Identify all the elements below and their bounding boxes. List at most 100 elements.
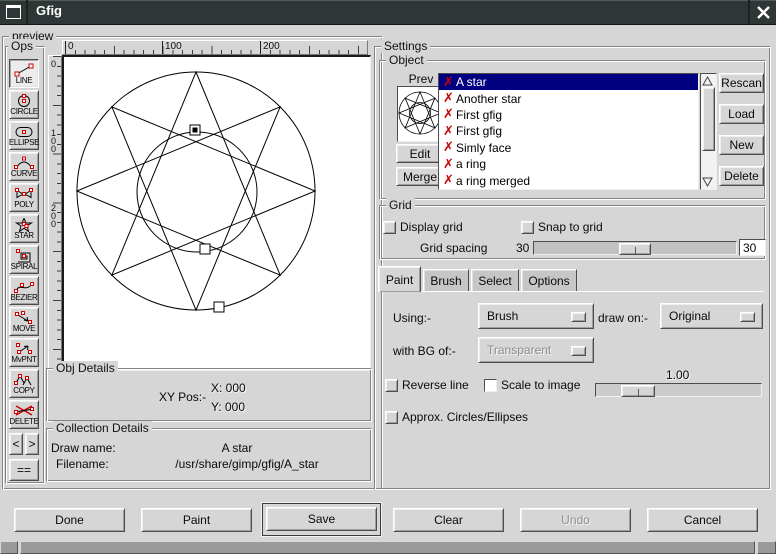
- vertical-ruler: 0 100 200: [48, 55, 62, 370]
- tool-ellipse-button[interactable]: ELLIPSE: [9, 121, 39, 150]
- close-button[interactable]: [748, 0, 776, 24]
- tool-bezier-button[interactable]: BEZIER: [9, 276, 39, 305]
- reverse-line-checkbox[interactable]: [385, 379, 398, 392]
- tool-spiral-button[interactable]: SPIRAL: [9, 245, 39, 274]
- grid-spacing-slider[interactable]: [533, 241, 737, 255]
- grid-spacing-value: 30: [516, 241, 529, 255]
- scroll-down-icon[interactable]: [702, 177, 713, 187]
- list-item[interactable]: ✗ First gfig: [439, 107, 698, 123]
- line-icon: [12, 63, 36, 77]
- edit-button[interactable]: Edit: [396, 144, 444, 163]
- object-list-scrollbar[interactable]: [700, 73, 717, 190]
- tool-curve-button[interactable]: CURVE: [9, 152, 39, 181]
- new-button[interactable]: New: [719, 135, 764, 155]
- merge-button[interactable]: Merge: [396, 167, 444, 186]
- snap-to-grid-checkbox[interactable]: [521, 221, 534, 234]
- delete-button[interactable]: Delete: [719, 166, 764, 186]
- rescan-button[interactable]: Rescan: [719, 73, 764, 93]
- done-button-label: Done: [55, 513, 84, 527]
- save-button[interactable]: Save: [266, 507, 377, 531]
- tool-delete-button[interactable]: DELETE: [9, 400, 39, 429]
- tool-label: ELLIPSE: [9, 139, 39, 147]
- list-item[interactable]: ✗ A star: [439, 74, 698, 90]
- poly-icon: [12, 187, 36, 201]
- scale-value: 1.00: [666, 368, 689, 382]
- xy-pos-label: XY Pos:-: [159, 390, 206, 404]
- scrollbar-thumb[interactable]: [702, 87, 715, 151]
- delete-icon: [12, 404, 36, 418]
- draw-on-label: draw on:-: [598, 311, 648, 325]
- titlebar[interactable]: Gfig: [0, 0, 776, 25]
- star-figure: [64, 57, 370, 370]
- bg-dropdown[interactable]: Transparent: [478, 337, 594, 363]
- grid-spacing-slider-handle[interactable]: [619, 243, 651, 255]
- tool-copy-button[interactable]: COPY: [9, 369, 39, 398]
- scroll-up-icon[interactable]: [702, 76, 713, 86]
- approx-circles-checkbox[interactable]: [385, 411, 398, 424]
- cancel-button[interactable]: Cancel: [647, 508, 758, 532]
- tab-options-label: Options: [528, 274, 569, 288]
- scale-slider[interactable]: [595, 383, 762, 397]
- tool-label: STAR: [14, 232, 34, 240]
- drawing-canvas[interactable]: [62, 55, 371, 371]
- window-title: Gfig: [36, 3, 62, 18]
- list-item[interactable]: ✗ a ring merged: [439, 172, 698, 188]
- tool-label: DELETE: [9, 418, 38, 426]
- tool-star-button[interactable]: STAR: [9, 214, 39, 243]
- draw-name-label: Draw name:: [51, 441, 116, 455]
- gfig-dialog: Gfig preview Ops LINE CIRCLE: [0, 0, 776, 554]
- prev-object-button[interactable]: <: [9, 433, 23, 455]
- paint-button[interactable]: Paint: [141, 508, 252, 532]
- load-button-label: Load: [728, 107, 755, 121]
- dropdown-indicator-icon: [571, 346, 586, 356]
- tool-move-button[interactable]: MOVE: [9, 307, 39, 336]
- scale-to-image-checkbox[interactable]: [484, 379, 497, 392]
- list-item[interactable]: ✗ Simly face: [439, 140, 698, 156]
- show-all-button[interactable]: ==: [9, 459, 39, 481]
- bg-dropdown-value: Transparent: [487, 343, 551, 357]
- display-grid-checkbox[interactable]: [383, 221, 396, 234]
- collection-details-frame: Collection Details Draw name: A star Fil…: [46, 428, 372, 482]
- tool-label: CIRCLE: [10, 108, 38, 116]
- tab-brush-label: Brush: [430, 274, 461, 288]
- tab-select[interactable]: Select: [471, 269, 519, 292]
- tool-circle-button[interactable]: CIRCLE: [9, 90, 39, 119]
- tool-label: SPIRAL: [11, 263, 38, 271]
- next-object-button[interactable]: >: [25, 433, 39, 455]
- draw-on-dropdown[interactable]: Original: [660, 303, 763, 329]
- window-menu-button[interactable]: [0, 0, 28, 24]
- dropdown-indicator-icon: [571, 312, 586, 322]
- load-button[interactable]: Load: [719, 104, 764, 124]
- move-point-icon: [12, 342, 36, 356]
- obj-details-frame: Obj Details XY Pos:- X: 000 Y: 000: [46, 368, 372, 422]
- object-marker-icon: ✗: [441, 76, 456, 89]
- tab-brush[interactable]: Brush: [423, 269, 469, 292]
- display-grid-label: Display grid: [400, 220, 463, 234]
- filename-value: /usr/share/gimp/gfig/A_star: [137, 457, 357, 471]
- object-marker-icon: ✗: [441, 174, 456, 187]
- save-button-label: Save: [308, 512, 335, 526]
- list-item-label: a ring merged: [456, 174, 530, 188]
- tool-line-button[interactable]: LINE: [9, 59, 39, 88]
- save-default-ring: Save: [262, 503, 381, 536]
- list-item[interactable]: ✗ a ring: [439, 156, 698, 172]
- scale-slider-handle[interactable]: [621, 385, 655, 397]
- spiral-icon: [12, 249, 36, 263]
- paint-button-label: Paint: [183, 513, 210, 527]
- list-item[interactable]: ✗ First gfig: [439, 123, 698, 139]
- filename-label: Filename:: [56, 457, 109, 471]
- list-item[interactable]: ✗ Another star: [439, 90, 698, 106]
- grid-spacing-entry[interactable]: [739, 239, 766, 256]
- clear-button[interactable]: Clear: [393, 508, 504, 532]
- tab-options[interactable]: Options: [521, 269, 577, 292]
- window-menu-icon: [6, 5, 21, 19]
- undo-button: Undo: [520, 508, 631, 532]
- control-point-handle: [200, 244, 210, 254]
- tool-poly-button[interactable]: POLY: [9, 183, 39, 212]
- tool-mvpnt-button[interactable]: MvPNT: [9, 338, 39, 367]
- tab-paint[interactable]: Paint: [378, 266, 421, 292]
- using-dropdown[interactable]: Brush: [478, 303, 594, 329]
- list-item-label: a ring: [456, 157, 486, 171]
- done-button[interactable]: Done: [14, 508, 125, 532]
- control-point-handle: [193, 128, 198, 133]
